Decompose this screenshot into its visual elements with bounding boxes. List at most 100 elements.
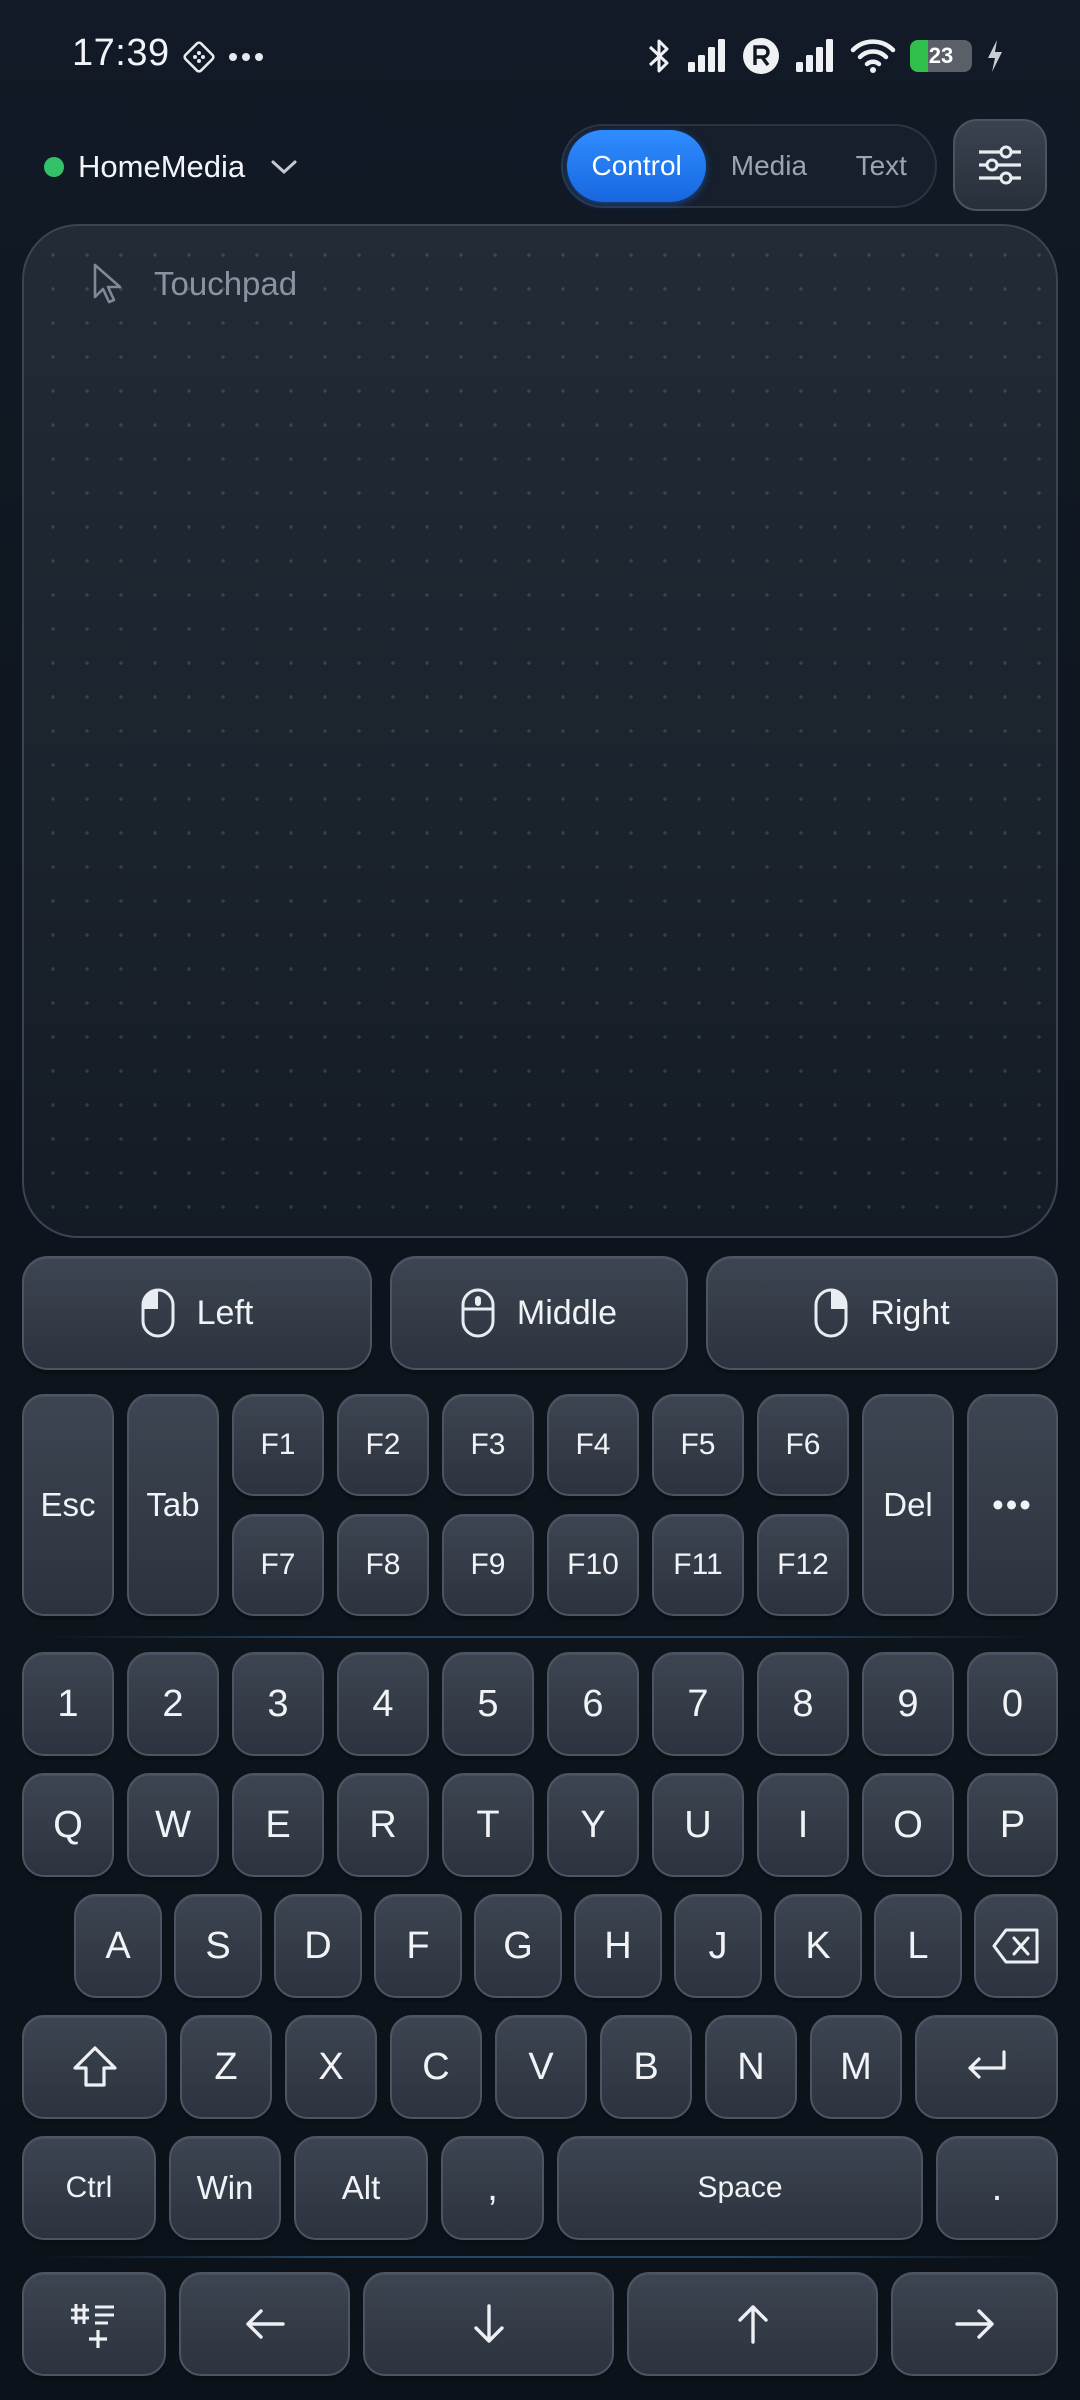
key-8[interactable]: 8 <box>757 1652 849 1756</box>
backspace-key[interactable] <box>974 1894 1058 1998</box>
divider <box>40 1636 1040 1638</box>
f11-key[interactable]: F11 <box>652 1514 744 1616</box>
charging-icon <box>988 40 1002 72</box>
key-m[interactable]: M <box>810 2015 902 2119</box>
middle-click-button[interactable]: Middle <box>390 1256 688 1370</box>
tab-media[interactable]: Media <box>706 130 831 202</box>
key-4[interactable]: 4 <box>337 1652 429 1756</box>
key-9[interactable]: 9 <box>862 1652 954 1756</box>
arrow-up-icon <box>737 2305 768 2344</box>
arrow-down-icon <box>473 2304 504 2343</box>
f1-key[interactable]: F1 <box>232 1394 324 1496</box>
device-name: HomeMedia <box>78 149 246 184</box>
key-q[interactable]: Q <box>22 1773 114 1877</box>
key-0[interactable]: 0 <box>967 1652 1058 1756</box>
enter-key[interactable] <box>915 2015 1058 2119</box>
key-b[interactable]: B <box>600 2015 692 2119</box>
key-o[interactable]: O <box>862 1773 954 1877</box>
right-click-button[interactable]: Right <box>706 1256 1058 1370</box>
arrow-up-key[interactable] <box>627 2272 878 2376</box>
symbols-button[interactable] <box>22 2272 166 2376</box>
mode-tabs: Control Media Text <box>561 124 937 208</box>
key-r[interactable]: R <box>337 1773 429 1877</box>
f8-key[interactable]: F8 <box>337 1514 429 1616</box>
left-click-label: Left <box>196 1293 254 1332</box>
ctrl-key[interactable]: Ctrl <box>22 2136 156 2240</box>
key-6[interactable]: 6 <box>547 1652 639 1756</box>
comma-key[interactable]: , <box>441 2136 544 2240</box>
right-click-label: Right <box>870 1293 950 1332</box>
f7-key[interactable]: F7 <box>232 1514 324 1616</box>
tab-text[interactable]: Text <box>832 130 931 202</box>
backspace-icon <box>992 1928 1039 1964</box>
key-2[interactable]: 2 <box>127 1652 219 1756</box>
f9-key[interactable]: F9 <box>442 1514 534 1616</box>
tab-control[interactable]: Control <box>567 130 707 202</box>
space-key[interactable]: Space <box>557 2136 923 2240</box>
middle-click-label: Middle <box>516 1293 618 1332</box>
touchpad-area[interactable]: Touchpad <box>22 224 1058 1238</box>
key-u[interactable]: U <box>652 1773 744 1877</box>
battery-level: 23 <box>928 43 954 68</box>
key-s[interactable]: S <box>174 1894 262 1998</box>
f3-key[interactable]: F3 <box>442 1394 534 1496</box>
key-c[interactable]: C <box>390 2015 482 2119</box>
alt-key[interactable]: Alt <box>294 2136 428 2240</box>
left-click-button[interactable]: Left <box>22 1256 372 1370</box>
f12-key[interactable]: F12 <box>757 1514 849 1616</box>
del-key[interactable]: Del <box>862 1394 954 1616</box>
f6-key[interactable]: F6 <box>757 1394 849 1496</box>
esc-key[interactable]: Esc <box>22 1394 114 1616</box>
key-3[interactable]: 3 <box>232 1652 324 1756</box>
key-f[interactable]: F <box>374 1894 462 1998</box>
key-j[interactable]: J <box>674 1894 762 1998</box>
tab-key[interactable]: Tab <box>127 1394 219 1616</box>
key-z[interactable]: Z <box>180 2015 272 2119</box>
online-status-dot <box>44 157 64 177</box>
arrow-left-key[interactable] <box>179 2272 350 2376</box>
key-v[interactable]: V <box>495 2015 587 2119</box>
key-n[interactable]: N <box>705 2015 797 2119</box>
period-key[interactable]: . <box>936 2136 1058 2240</box>
key-5[interactable]: 5 <box>442 1652 534 1756</box>
sliders-icon <box>979 145 1021 185</box>
more-keys-button[interactable]: ••• <box>967 1394 1058 1616</box>
f5-key[interactable]: F5 <box>652 1394 744 1496</box>
enter-icon <box>967 2050 1006 2079</box>
app-notification-icon <box>183 41 215 73</box>
mouse-left-icon <box>141 1288 175 1338</box>
key-k[interactable]: K <box>774 1894 862 1998</box>
key-d[interactable]: D <box>274 1894 362 1998</box>
settings-button[interactable] <box>953 119 1047 211</box>
key-i[interactable]: I <box>757 1773 849 1877</box>
key-w[interactable]: W <box>127 1773 219 1877</box>
shift-key[interactable] <box>22 2015 167 2119</box>
arrow-right-key[interactable] <box>891 2272 1058 2376</box>
key-e[interactable]: E <box>232 1773 324 1877</box>
key-g[interactable]: G <box>474 1894 562 1998</box>
key-y[interactable]: Y <box>547 1773 639 1877</box>
wifi-icon <box>850 39 896 73</box>
win-key[interactable]: Win <box>169 2136 281 2240</box>
bluetooth-icon <box>648 39 669 73</box>
key-p[interactable]: P <box>967 1773 1058 1877</box>
more-notifications-icon <box>229 53 263 61</box>
f4-key[interactable]: F4 <box>547 1394 639 1496</box>
f2-key[interactable]: F2 <box>337 1394 429 1496</box>
key-x[interactable]: X <box>285 2015 377 2119</box>
key-a[interactable]: A <box>74 1894 162 1998</box>
key-l[interactable]: L <box>874 1894 962 1998</box>
key-1[interactable]: 1 <box>22 1652 114 1756</box>
roaming-icon <box>743 38 779 74</box>
key-t[interactable]: T <box>442 1773 534 1877</box>
key-7[interactable]: 7 <box>652 1652 744 1756</box>
status-time: 17:39 <box>72 32 170 74</box>
f10-key[interactable]: F10 <box>547 1514 639 1616</box>
symbols-icon <box>71 2304 114 2348</box>
key-h[interactable]: H <box>574 1894 662 1998</box>
arrow-down-key[interactable] <box>363 2272 614 2376</box>
divider-2 <box>40 2256 1040 2258</box>
arrow-left-icon <box>245 2309 285 2339</box>
device-selector[interactable]: HomeMedia <box>44 142 299 192</box>
status-bar: 17:39 23 <box>0 0 1080 112</box>
